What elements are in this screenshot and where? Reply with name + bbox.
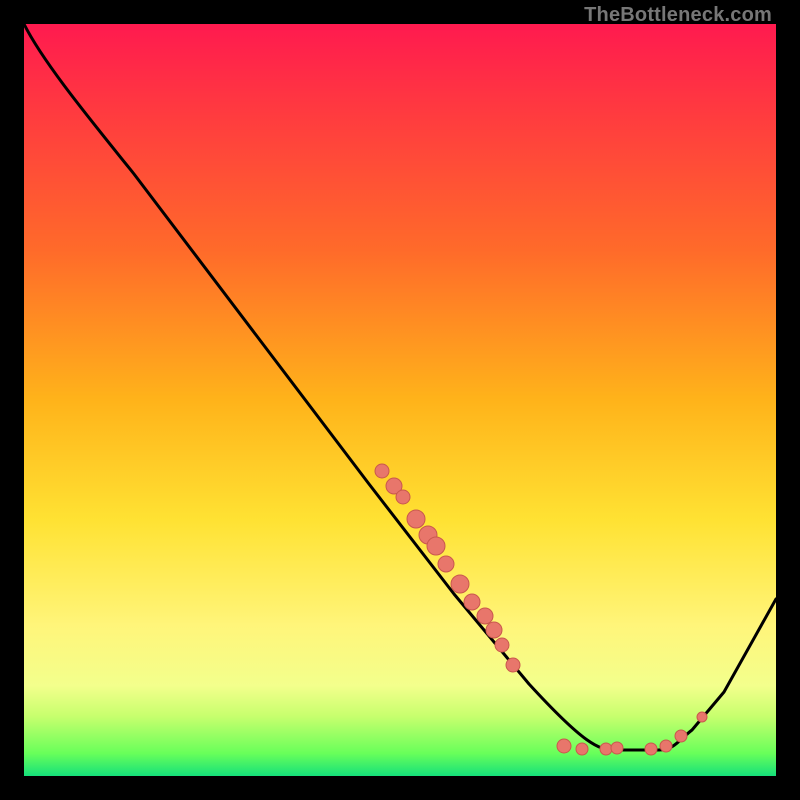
chart-curve: [24, 24, 776, 750]
data-point: [611, 742, 623, 754]
data-point: [375, 464, 389, 478]
data-point: [506, 658, 520, 672]
chart-points: [375, 464, 707, 755]
data-point: [486, 622, 502, 638]
chart-overlay: [24, 24, 776, 776]
data-point: [697, 712, 707, 722]
data-point: [495, 638, 509, 652]
data-point: [645, 743, 657, 755]
data-point: [427, 537, 445, 555]
data-point: [600, 743, 612, 755]
data-point: [407, 510, 425, 528]
data-point: [557, 739, 571, 753]
data-point: [660, 740, 672, 752]
data-point: [396, 490, 410, 504]
data-point: [438, 556, 454, 572]
data-point: [576, 743, 588, 755]
data-point: [477, 608, 493, 624]
data-point: [464, 594, 480, 610]
data-point: [451, 575, 469, 593]
data-point: [675, 730, 687, 742]
